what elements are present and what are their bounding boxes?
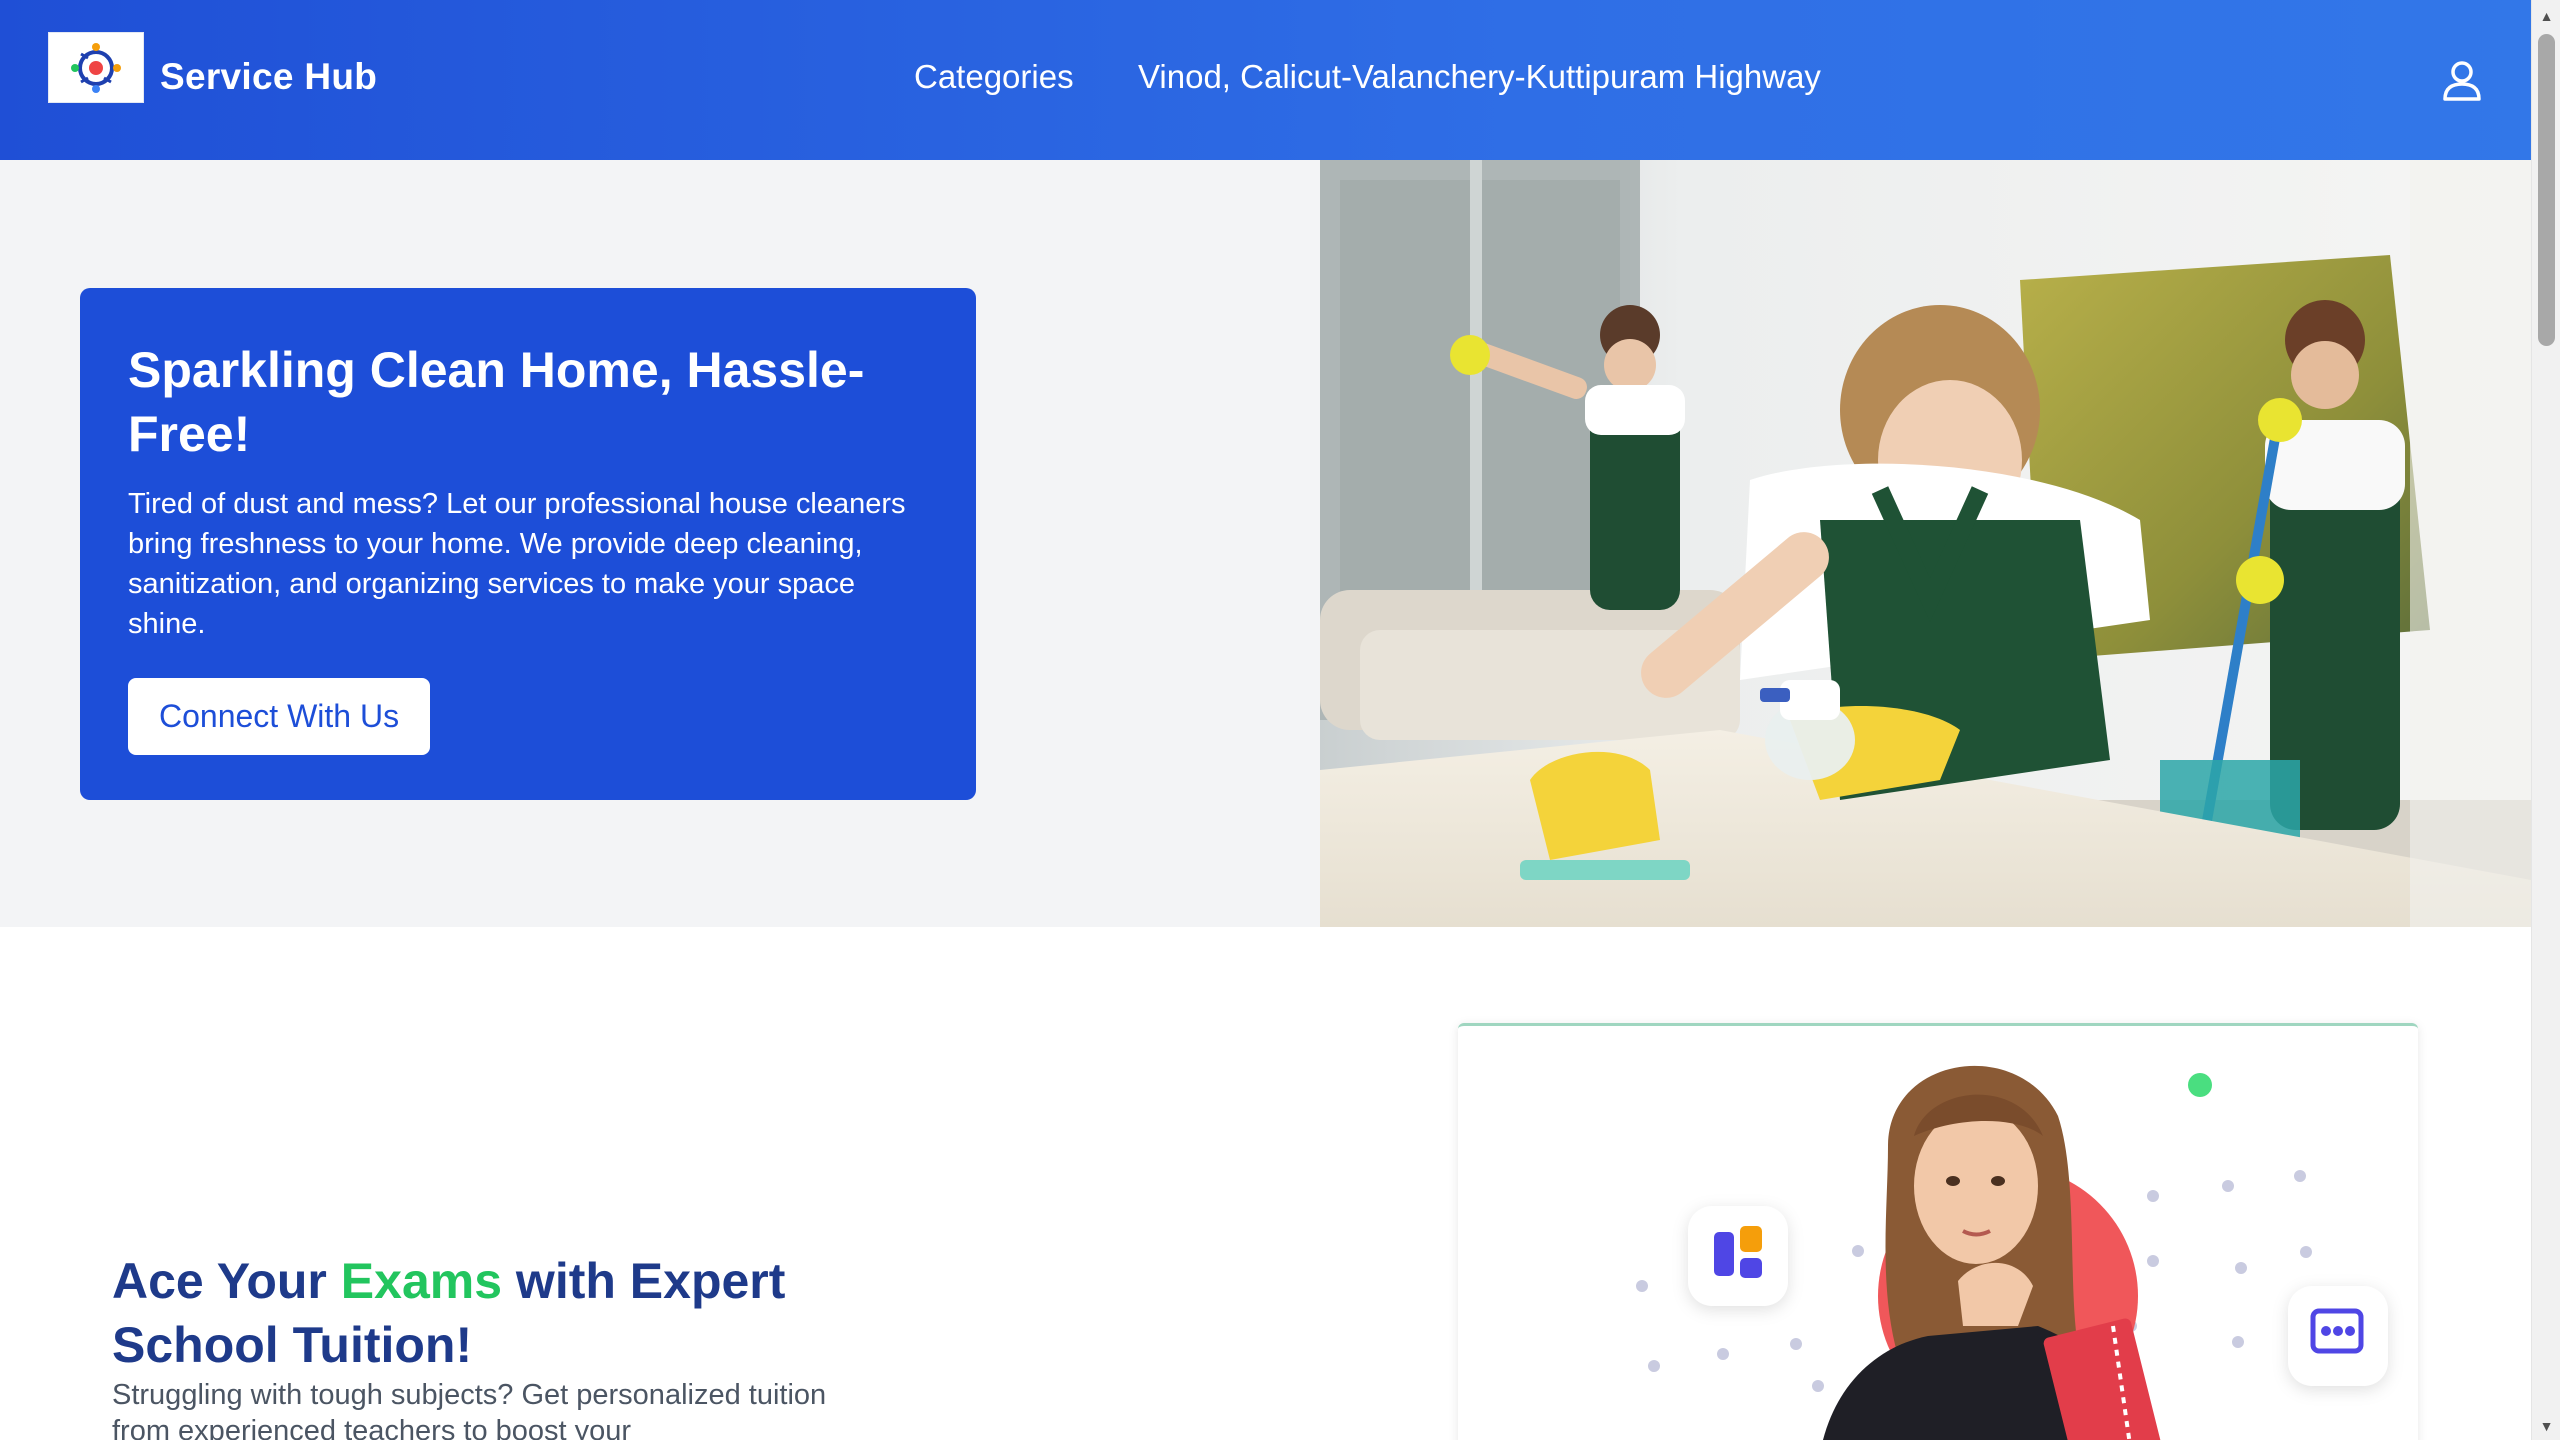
nav-location-link[interactable]: Vinod, Calicut-Valanchery-Kuttipuram Hig…	[1138, 58, 1821, 96]
student-illustration	[1636, 1065, 2388, 1440]
user-icon	[2443, 61, 2481, 101]
hero-description: Tired of dust and mess? Let our professi…	[128, 488, 906, 640]
page: Service Hub Categories Vinod, Calicut-Va…	[0, 0, 2560, 1440]
cleaning-photo	[1320, 160, 2531, 927]
logo[interactable]	[48, 32, 144, 103]
user-account-button[interactable]	[2440, 58, 2484, 102]
hero-cleaning-image	[1320, 160, 2531, 927]
nav-categories-link[interactable]: Categories	[914, 58, 1074, 96]
hero-card: Sparkling Clean Home, Hassle-Free! Tired…	[80, 288, 976, 800]
hero-section: Sparkling Clean Home, Hassle-Free! Tired…	[0, 160, 2531, 927]
scroll-up-arrow-icon[interactable]: ▲	[2532, 4, 2560, 28]
scroll-down-arrow-icon[interactable]: ▼	[2532, 1414, 2560, 1438]
hero-title: Sparkling Clean Home, Hassle-Free!	[128, 342, 865, 462]
tuition-title-start: Ace Your	[112, 1253, 341, 1309]
top-nav-bar: Service Hub Categories Vinod, Calicut-Va…	[0, 0, 2531, 160]
tuition-description: Struggling with tough subjects? Get pers…	[112, 1379, 827, 1440]
connect-with-us-button[interactable]: Connect With Us	[128, 678, 431, 755]
brand-name[interactable]: Service Hub	[160, 56, 377, 98]
vertical-scrollbar[interactable]: ▲ ▼	[2531, 0, 2560, 1440]
tuition-title-highlight: Exams	[340, 1253, 503, 1309]
scrollbar-thumb[interactable]	[2538, 34, 2555, 346]
tuition-title: Ace Your Exams with Expert School Tuitio…	[112, 1249, 872, 1377]
service-hub-logo-icon	[71, 42, 121, 93]
tuition-section: Ace Your Exams with Expert School Tuitio…	[0, 927, 2531, 1440]
tuition-image-card	[1458, 1023, 2418, 1440]
